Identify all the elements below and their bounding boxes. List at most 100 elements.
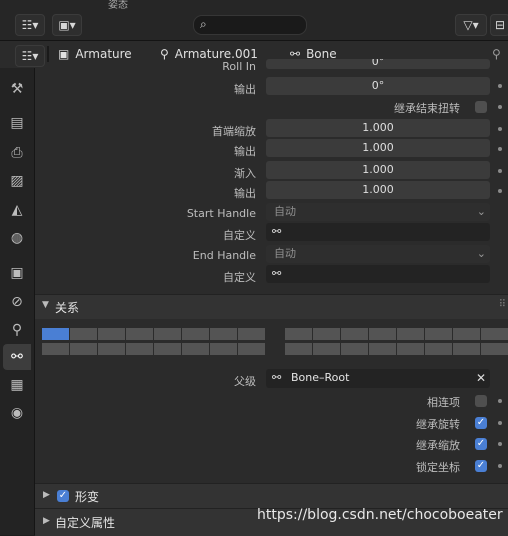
bone-layers-right bbox=[284, 327, 508, 356]
bone-layer-cell[interactable] bbox=[209, 327, 238, 341]
bone-layer-cell[interactable] bbox=[97, 327, 126, 341]
inherit-scale-checkbox[interactable]: ✓ bbox=[475, 438, 487, 450]
bone-layer-cell[interactable] bbox=[312, 327, 341, 341]
pin-icon[interactable]: ⚲ bbox=[492, 47, 501, 61]
bone-layer-cell[interactable] bbox=[125, 342, 154, 356]
bone-layer-cell[interactable] bbox=[97, 342, 126, 356]
bone-layer-cell[interactable] bbox=[153, 327, 182, 341]
bone-layer-cell[interactable] bbox=[153, 342, 182, 356]
bone-layer-cell[interactable] bbox=[480, 327, 508, 341]
bone-layer-cell[interactable] bbox=[396, 342, 425, 356]
scale-out-field[interactable]: 1.000 bbox=[266, 139, 490, 157]
inherit-rotation-label: 继承旋转 bbox=[416, 418, 460, 431]
parent-field[interactable]: ⚯ Bone–Root ✕ bbox=[266, 369, 490, 388]
bone-layer-cell[interactable] bbox=[125, 327, 154, 341]
view-layer-icon: ▨ bbox=[10, 173, 24, 189]
keyframe-dot[interactable] bbox=[498, 399, 502, 403]
keyframe-dot[interactable] bbox=[498, 84, 502, 88]
bone-layer-cell[interactable] bbox=[396, 327, 425, 341]
bone-layer-cell[interactable] bbox=[69, 327, 98, 341]
output-tab[interactable]: ⎙ bbox=[3, 140, 31, 166]
ease-out-field[interactable]: 1.000 bbox=[266, 181, 490, 199]
armature-object-icon: ⚲ bbox=[160, 47, 169, 61]
custom-properties-title: 自定义属性 bbox=[55, 516, 116, 530]
start-custom-label: 自定义 bbox=[223, 229, 256, 242]
ease-out-label: 输出 bbox=[234, 187, 256, 200]
deform-panel-header[interactable]: ▶ ✓ 形变 bbox=[35, 483, 508, 508]
bone-layer-cell[interactable] bbox=[340, 342, 369, 356]
pose-mode-label: 姿态 bbox=[108, 0, 128, 11]
armature-tab[interactable]: ⚲ bbox=[3, 317, 31, 343]
object-tab[interactable]: ▣ bbox=[3, 260, 31, 286]
bone-layer-cell[interactable] bbox=[368, 342, 397, 356]
end-handle-value: 自动 bbox=[274, 247, 296, 260]
bone-layer-cell[interactable] bbox=[181, 342, 210, 356]
search-input[interactable]: ⌕ bbox=[193, 15, 307, 35]
bone-layer-cell[interactable] bbox=[237, 342, 266, 356]
bone-layer-cell[interactable] bbox=[284, 342, 313, 356]
keyframe-dot[interactable] bbox=[498, 189, 502, 193]
bone-layer-cell[interactable] bbox=[424, 342, 453, 356]
relations-panel-header[interactable]: ▼ 关系 ⠿ bbox=[35, 294, 508, 319]
scale-out-label: 输出 bbox=[234, 145, 256, 158]
roll-out-field[interactable]: 0° bbox=[266, 77, 490, 95]
scale-in-label: 首端缩放 bbox=[212, 125, 256, 138]
keyframe-dot[interactable] bbox=[498, 127, 502, 131]
bone-layer-cell[interactable] bbox=[452, 327, 481, 341]
keyframe-dot[interactable] bbox=[498, 464, 502, 468]
ease-in-field[interactable]: 1.000 bbox=[266, 161, 490, 179]
bone-layer-cell[interactable] bbox=[452, 342, 481, 356]
keyframe-dot[interactable] bbox=[498, 169, 502, 173]
bone-layer-cell[interactable] bbox=[41, 342, 70, 356]
object-icon: ▣ bbox=[10, 265, 24, 281]
filter-button[interactable]: ▽▾ bbox=[455, 14, 487, 36]
keyframe-dot[interactable] bbox=[498, 442, 502, 446]
start-handle-dropdown[interactable]: 自动 ⌄ bbox=[266, 203, 490, 221]
bone-layer-cell[interactable] bbox=[181, 327, 210, 341]
constraint-icon: ⊘ bbox=[11, 294, 23, 310]
lock-location-checkbox[interactable]: ✓ bbox=[475, 460, 487, 472]
output-icon: ⎙ bbox=[11, 145, 23, 161]
bone-layer-cell[interactable] bbox=[424, 327, 453, 341]
chevron-down-icon: ⌄ bbox=[476, 247, 486, 260]
bone-layer-cell[interactable] bbox=[237, 327, 266, 341]
deform-checkbox[interactable]: ✓ bbox=[57, 490, 69, 502]
inherit-rotation-checkbox[interactable]: ✓ bbox=[475, 417, 487, 429]
start-custom-bone-field[interactable]: ⚯ bbox=[266, 223, 490, 241]
bone-layer-cell[interactable] bbox=[284, 327, 313, 341]
tool-tab[interactable]: ⚒ bbox=[3, 76, 31, 102]
connected-checkbox[interactable] bbox=[475, 395, 487, 407]
keyframe-dot[interactable] bbox=[498, 421, 502, 425]
physics-tab[interactable]: ◉ bbox=[3, 400, 31, 426]
bone-layer-cell[interactable] bbox=[312, 342, 341, 356]
keyframe-dot[interactable] bbox=[498, 147, 502, 151]
view-layer-tab[interactable]: ▨ bbox=[3, 168, 31, 194]
modifier-tab[interactable]: ⊘ bbox=[3, 289, 31, 315]
bone-tab[interactable]: ⚯ bbox=[3, 344, 31, 370]
start-handle-value: 自动 bbox=[274, 205, 296, 218]
bone-layer-cell[interactable] bbox=[209, 342, 238, 356]
bone-layer-cell[interactable] bbox=[69, 342, 98, 356]
drag-handle-icon[interactable]: ⠿ bbox=[499, 299, 506, 310]
clear-parent-icon[interactable]: ✕ bbox=[476, 369, 486, 387]
parent-label: 父级 bbox=[234, 375, 256, 388]
bone-layer-cell[interactable] bbox=[368, 327, 397, 341]
world-tab[interactable]: ◍ bbox=[3, 225, 31, 251]
texture-tab[interactable]: ▦ bbox=[3, 372, 31, 398]
new-window-button[interactable]: ⊟ bbox=[490, 14, 508, 36]
editor-type-button[interactable]: ☷▾ bbox=[15, 14, 45, 36]
bone-layer-cell[interactable] bbox=[41, 327, 70, 341]
end-handle-dropdown[interactable]: 自动 ⌄ bbox=[266, 245, 490, 263]
display-mode-button[interactable]: ▣▾ bbox=[52, 14, 82, 36]
end-custom-bone-field[interactable]: ⚯ bbox=[266, 265, 490, 283]
bone-icon: ⚯ bbox=[272, 267, 282, 280]
render-tab[interactable]: ▤ bbox=[3, 110, 31, 136]
breadcrumb-armature-object-label: Armature.001 bbox=[174, 47, 258, 61]
inherit-end-roll-checkbox[interactable] bbox=[475, 101, 487, 113]
scale-in-field[interactable]: 1.000 bbox=[266, 119, 490, 137]
keyframe-dot[interactable] bbox=[498, 105, 502, 109]
scene-tab[interactable]: ◭ bbox=[3, 197, 31, 223]
bone-layer-cell[interactable] bbox=[340, 327, 369, 341]
roll-in-field[interactable]: 0° bbox=[266, 59, 490, 69]
bone-layer-cell[interactable] bbox=[480, 342, 508, 356]
